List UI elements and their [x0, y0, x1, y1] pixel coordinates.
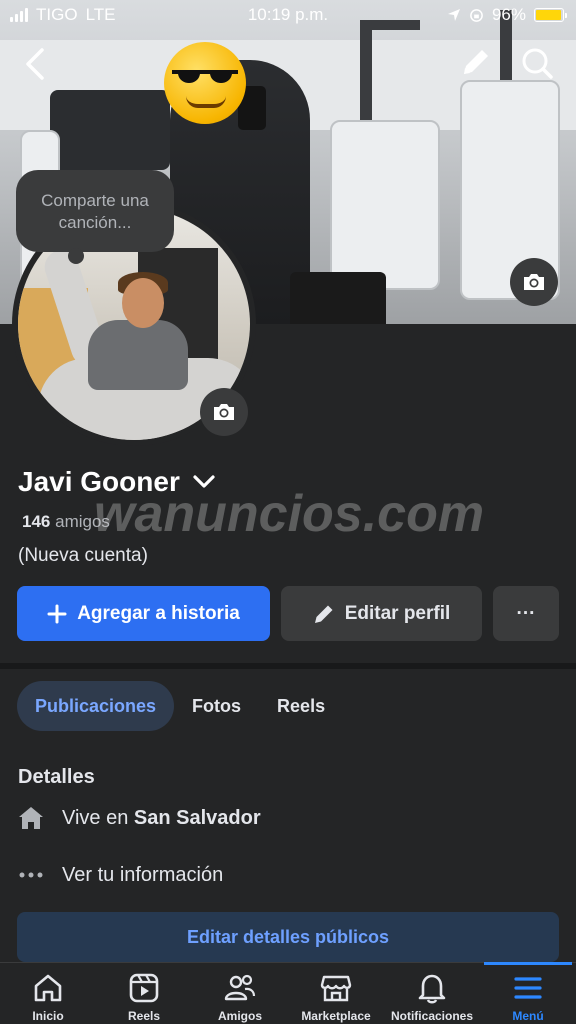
add-to-story-button[interactable]: Agregar a historia: [17, 586, 270, 641]
battery-percent: 96%: [491, 5, 526, 24]
status-bar: TIGO LTE 10:19 p.m. 96%: [0, 0, 576, 30]
cover-camera-button[interactable]: [510, 258, 558, 306]
search-icon[interactable]: [520, 46, 554, 80]
edit-public-details-label: Editar detalles públicos: [186, 926, 390, 947]
edit-public-details-button[interactable]: Editar detalles públicos: [17, 912, 559, 962]
more-dots-icon: [18, 862, 44, 888]
bell-icon: [418, 974, 446, 1004]
add-to-story-label: Agregar a historia: [77, 602, 240, 624]
lives-in-city[interactable]: San Salvador: [134, 807, 261, 829]
friends-count: 146: [22, 512, 51, 531]
nav-reels[interactable]: Reels: [96, 963, 192, 1024]
more-options-icon: ···: [516, 602, 536, 624]
edit-profile-label: Editar perfil: [344, 602, 451, 624]
gym-equipment: [50, 90, 170, 170]
see-your-info-row[interactable]: Ver tu información: [18, 862, 223, 888]
back-arrow-icon[interactable]: [20, 46, 50, 82]
edit-profile-button[interactable]: Editar perfil: [281, 586, 482, 641]
watermark: wanuncios.com: [94, 485, 485, 543]
pencil-icon: [314, 605, 333, 623]
friends-icon: [224, 974, 256, 1001]
camera-icon: [214, 404, 234, 420]
plus-icon: [47, 604, 67, 623]
battery-icon: [534, 8, 567, 22]
see-your-info-label: Ver tu información: [62, 863, 224, 886]
nav-menu[interactable]: Menú: [480, 962, 576, 1024]
nav-notifications[interactable]: Notificaciones: [384, 963, 480, 1024]
share-song-bubble[interactable]: Comparte una canción...: [16, 170, 174, 264]
nav-friends-label: Amigos: [217, 1009, 262, 1023]
home-icon: [18, 805, 44, 831]
camera-icon: [524, 274, 544, 290]
nav-reels-label: Reels: [127, 1009, 161, 1023]
reels-icon: [129, 973, 159, 1003]
section-divider: [0, 663, 576, 669]
marketplace-icon: [320, 975, 352, 1002]
pencil-icon[interactable]: [460, 46, 492, 78]
tab-fotos[interactable]: Fotos: [174, 681, 259, 731]
detail-lives-in: Vive en San Salvador: [18, 805, 261, 831]
profile-bio: (Nueva cuenta): [18, 545, 148, 566]
nav-home-label: Inicio: [32, 1009, 64, 1023]
rotation-lock-icon: [470, 8, 483, 22]
tab-publicaciones[interactable]: Publicaciones: [17, 681, 175, 731]
details-title: Detalles: [18, 766, 95, 788]
tab-reels[interactable]: Reels: [259, 681, 343, 731]
home-icon: [34, 974, 62, 1002]
more-options-button[interactable]: ···: [493, 586, 559, 641]
bottom-nav: Inicio Reels Amigos Marketplace Notifica…: [0, 962, 576, 1024]
nav-home[interactable]: Inicio: [0, 963, 96, 1024]
nav-menu-label: Menú: [512, 1009, 544, 1023]
nav-marketplace[interactable]: Marketplace: [288, 963, 384, 1024]
nav-marketplace-label: Marketplace: [301, 1009, 371, 1023]
gym-machine: [330, 120, 440, 290]
share-song-text: Comparte una canción...: [41, 191, 149, 232]
profile-tabs: Publicaciones Fotos Reels: [17, 681, 343, 731]
sunglasses-emoji-icon: [164, 42, 246, 124]
lives-in-prefix: Vive en: [62, 806, 129, 829]
nav-notifications-label: Notificaciones: [390, 1009, 474, 1023]
nav-friends[interactable]: Amigos: [192, 963, 288, 1024]
menu-icon: [514, 977, 542, 999]
location-icon: [447, 9, 460, 21]
gym-bench: [290, 272, 386, 324]
avatar-camera-button[interactable]: [200, 388, 248, 436]
